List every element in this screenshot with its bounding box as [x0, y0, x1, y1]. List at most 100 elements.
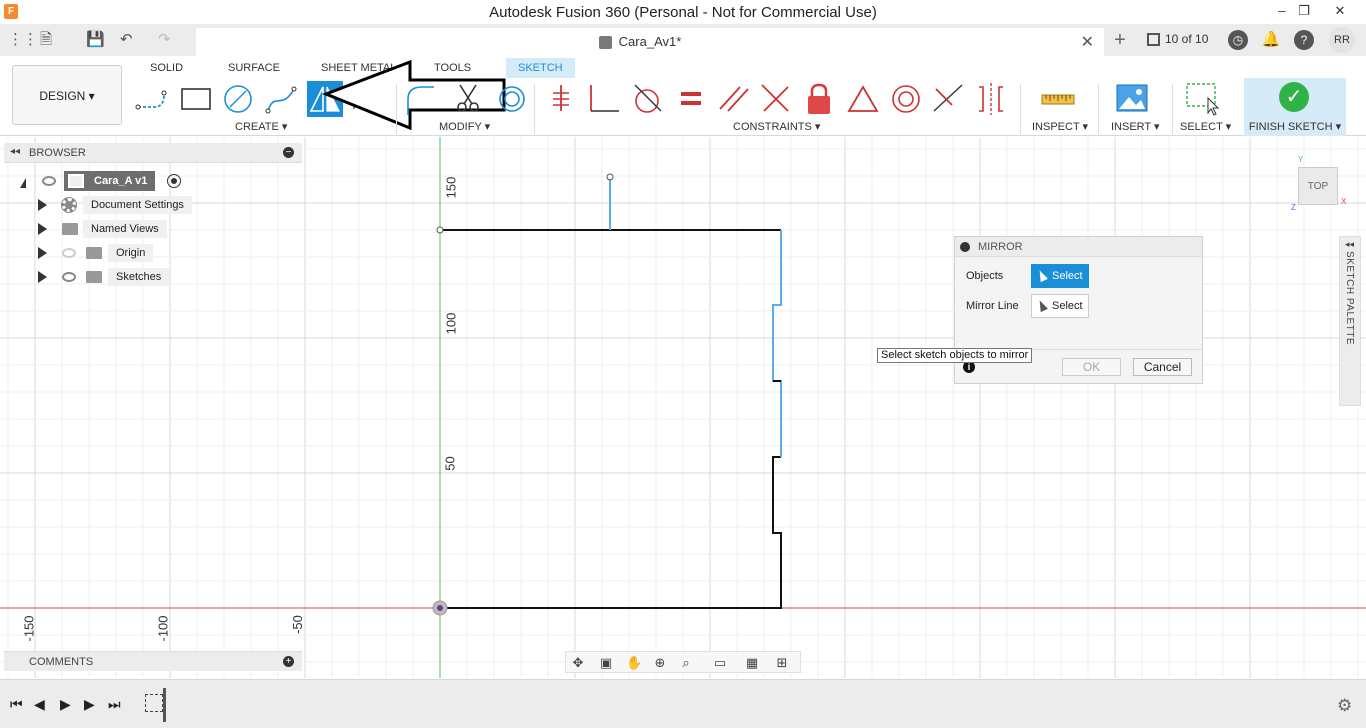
grid-menu-icon[interactable]: ⋮⋮: [8, 30, 38, 50]
sketch-canvas[interactable]: [0, 137, 1366, 678]
help-icon[interactable]: ?: [1294, 30, 1314, 50]
coincident-constraint-icon[interactable]: [973, 81, 1009, 117]
insert-image-icon[interactable]: [1114, 81, 1150, 117]
browser-item-sketches[interactable]: Sketches: [38, 267, 198, 287]
modify-group-label[interactable]: MODIFY ▾: [439, 120, 490, 133]
create-group-label[interactable]: CREATE ▾: [235, 120, 287, 133]
comments-panel-header[interactable]: COMMENTS +: [4, 651, 302, 671]
visibility-eye-icon[interactable]: [62, 272, 76, 282]
root-component[interactable]: Cara_A v1: [64, 171, 156, 191]
expand-triangle-icon[interactable]: [38, 223, 47, 235]
orbit-icon[interactable]: ✥: [570, 655, 586, 671]
trim-tool-icon[interactable]: [450, 81, 486, 117]
browser-item-origin[interactable]: Origin: [38, 243, 198, 263]
go-to-end-icon[interactable]: ⏭: [108, 696, 121, 713]
zoom-icon[interactable]: ⊕: [652, 655, 668, 671]
fillet-tool-icon[interactable]: [400, 81, 436, 117]
tangent-constraint-icon[interactable]: [629, 81, 665, 117]
inspect-group-label[interactable]: INSPECT ▾: [1032, 120, 1088, 133]
display-settings-icon[interactable]: ▭: [712, 655, 728, 671]
y-axis-label-100: 100: [443, 312, 459, 335]
parallel-constraint-icon[interactable]: [716, 81, 752, 117]
go-to-start-icon[interactable]: ⏮: [10, 696, 23, 713]
collapse-triangle-icon[interactable]: [20, 178, 26, 188]
objects-label: Objects: [966, 270, 1004, 282]
collinear-constraint-icon[interactable]: [758, 81, 794, 117]
fix-constraint-icon[interactable]: [543, 81, 579, 117]
sketch-palette-tab[interactable]: ◂◂ SKETCH PALETTE: [1339, 236, 1361, 406]
toolbar-separator: [1020, 84, 1021, 134]
ok-button[interactable]: OK: [1062, 358, 1121, 376]
folder-icon: [86, 271, 102, 283]
browser-item-document-settings[interactable]: Document Settings: [38, 195, 198, 215]
collapse-dialog-icon[interactable]: [960, 242, 970, 252]
user-avatar[interactable]: RR: [1329, 27, 1355, 53]
cancel-button[interactable]: Cancel: [1133, 358, 1192, 376]
midpoint-constraint-icon[interactable]: [930, 81, 966, 117]
visibility-eye-icon[interactable]: [42, 176, 56, 186]
tab-sketch[interactable]: SKETCH: [506, 58, 575, 78]
undo-icon[interactable]: ↶: [120, 30, 133, 50]
offset-tool-icon[interactable]: [490, 81, 526, 117]
constraints-group-label[interactable]: CONSTRAINTS ▾: [733, 120, 820, 133]
concentric-constraint-icon[interactable]: [888, 81, 924, 117]
browser-panel-header[interactable]: ◂◂ BROWSER −: [4, 143, 302, 163]
spline-tool-icon[interactable]: [264, 81, 300, 117]
activate-component-icon[interactable]: [167, 174, 181, 188]
rectangle-tool-icon[interactable]: [178, 81, 214, 117]
expand-palette-icon[interactable]: ◂◂: [1345, 239, 1354, 250]
browser-item-named-views[interactable]: Named Views: [38, 219, 198, 239]
lock-constraint-icon[interactable]: [801, 81, 837, 117]
select-group-label[interactable]: SELECT ▾: [1180, 120, 1231, 133]
new-tab-button[interactable]: +: [1110, 28, 1130, 52]
sketches-label: Sketches: [108, 268, 170, 286]
measure-tool-icon[interactable]: [1040, 81, 1076, 117]
grid-settings-icon[interactable]: ▦: [744, 655, 760, 671]
perpendicular-constraint-icon[interactable]: [587, 81, 623, 117]
toolbar-separator: [1172, 84, 1173, 134]
collapse-browser-icon[interactable]: ◂◂: [10, 146, 20, 157]
select-tool-icon[interactable]: [1184, 81, 1220, 117]
equal-constraint-icon[interactable]: [673, 81, 709, 117]
tab-surface[interactable]: SURFACE: [228, 58, 280, 78]
play-icon[interactable]: ▶: [60, 696, 71, 713]
expand-triangle-icon[interactable]: [38, 271, 47, 283]
save-icon[interactable]: 💾: [86, 30, 105, 50]
circle-tool-icon[interactable]: [220, 81, 256, 117]
viewports-icon[interactable]: ⊞: [774, 655, 790, 671]
add-comment-icon[interactable]: +: [283, 656, 294, 667]
pan-hand-icon[interactable]: ✋: [626, 655, 642, 671]
expand-triangle-icon[interactable]: [38, 199, 47, 211]
page-count[interactable]: 10 of 10: [1165, 32, 1208, 46]
browser-minimize-icon[interactable]: −: [283, 147, 294, 158]
sketch-point: [606, 173, 614, 181]
finish-sketch-button[interactable]: ✓ FINISH SKETCH ▾: [1244, 78, 1346, 136]
browser-root-row[interactable]: Cara_A v1: [20, 171, 200, 191]
close-tab-button[interactable]: ✕: [1081, 32, 1094, 52]
file-menu-icon[interactable]: 🗎: [40, 30, 52, 50]
restore-button[interactable]: ❐: [1290, 2, 1318, 20]
look-at-icon[interactable]: ▣: [598, 655, 614, 671]
close-window-button[interactable]: ✕: [1326, 2, 1354, 20]
expand-triangle-icon[interactable]: [38, 247, 47, 259]
step-back-icon[interactable]: ◀: [34, 696, 45, 713]
tab-solid[interactable]: SOLID: [150, 58, 183, 78]
hidden-eye-icon[interactable]: [62, 248, 76, 258]
zoom-window-icon[interactable]: ⌕: [678, 655, 694, 671]
job-status-icon[interactable]: ◷: [1228, 30, 1248, 50]
redo-icon[interactable]: ↷: [158, 30, 171, 50]
step-forward-icon[interactable]: ▶: [84, 696, 95, 713]
insert-group-label[interactable]: INSERT ▾: [1111, 120, 1160, 133]
notifications-icon[interactable]: 🔔: [1261, 30, 1281, 50]
objects-select-button[interactable]: Select: [1031, 264, 1089, 288]
timeline-settings-gear-icon[interactable]: ⚙: [1337, 696, 1352, 716]
viewcube-top-face[interactable]: TOP: [1298, 167, 1338, 205]
workspace-switcher[interactable]: DESIGN ▾: [12, 65, 122, 125]
mirror-dialog-header[interactable]: MIRROR: [955, 237, 1202, 257]
sketch-timeline-feature[interactable]: [145, 694, 163, 712]
line-tool-icon[interactable]: [134, 81, 170, 117]
mirror-line-select-button[interactable]: Select: [1031, 294, 1089, 318]
timeline-marker-handle[interactable]: [163, 688, 166, 722]
document-tab[interactable]: Cara_Av1* ✕: [196, 28, 1104, 56]
symmetry-constraint-icon[interactable]: [845, 81, 881, 117]
